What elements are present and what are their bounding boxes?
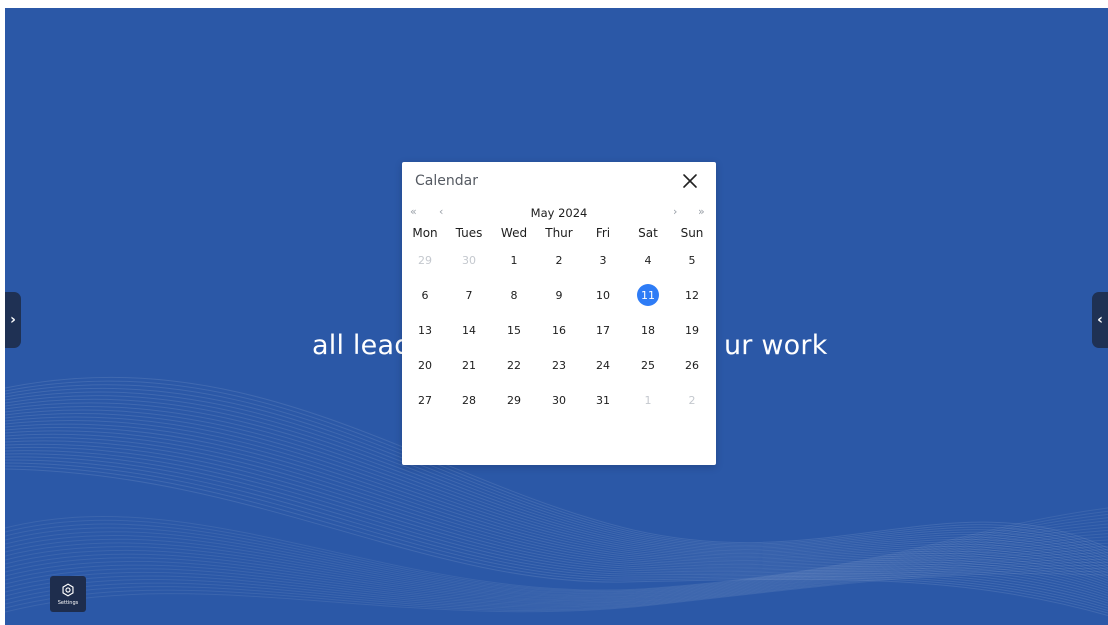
day-cell[interactable]: 23	[537, 351, 581, 379]
day-number: 2	[688, 393, 696, 407]
weekday-label: Sun	[680, 226, 704, 240]
selected-day-cell[interactable]: 11	[626, 281, 670, 309]
weekday-label: Thur	[545, 226, 573, 240]
day-cell[interactable]: 2	[537, 246, 581, 274]
right-edge-tab[interactable]: ‹	[1092, 292, 1108, 348]
day-number: 31	[596, 393, 610, 407]
day-number: 20	[418, 358, 432, 372]
day-cell[interactable]: 26	[670, 351, 714, 379]
day-number: 30	[462, 253, 476, 267]
day-number: 17	[596, 323, 610, 337]
day-number: 12	[685, 288, 699, 302]
day-cell[interactable]: 20	[403, 351, 447, 379]
day-cell[interactable]: 9	[537, 281, 581, 309]
weekday-label: Wed	[500, 226, 528, 240]
day-number: 15	[507, 323, 521, 337]
day-cell[interactable]: 2	[670, 386, 714, 414]
chevron-left-icon: ‹	[1097, 312, 1103, 328]
day-cell[interactable]: 30	[447, 246, 491, 274]
day-number: 3	[599, 253, 607, 267]
day-cell[interactable]: 30	[537, 386, 581, 414]
weekday-label: Sat	[638, 226, 658, 240]
day-number: 29	[507, 393, 521, 407]
chevron-right-icon: ›	[10, 312, 16, 328]
weekday-label: Fri	[595, 226, 611, 240]
day-cell[interactable]: 7	[447, 281, 491, 309]
weekday-label: Tues	[455, 226, 483, 240]
day-number: 25	[641, 358, 655, 372]
day-cell[interactable]: 12	[670, 281, 714, 309]
prev-year-button[interactable]: «	[410, 205, 417, 218]
day-number: 21	[462, 358, 476, 372]
day-cell[interactable]: 31	[581, 386, 625, 414]
day-cell[interactable]: 3	[581, 246, 625, 274]
prev-month-button[interactable]: ‹	[439, 205, 443, 218]
day-cell[interactable]: 1	[492, 246, 536, 274]
day-number: 22	[507, 358, 521, 372]
day-number: 1	[644, 393, 652, 407]
calendar-title: Calendar	[415, 173, 478, 189]
settings-button[interactable]: Settings	[50, 576, 86, 612]
day-number: 8	[510, 288, 518, 302]
close-icon[interactable]	[682, 173, 698, 189]
day-cell[interactable]: 17	[581, 316, 625, 344]
day-number: 13	[418, 323, 432, 337]
day-number: 27	[418, 393, 432, 407]
day-number: 4	[644, 253, 652, 267]
gear-icon	[62, 583, 74, 597]
day-cell[interactable]: 29	[492, 386, 536, 414]
day-number: 1	[510, 253, 518, 267]
day-number: 9	[555, 288, 563, 302]
weekday-header: Mon Tues Wed Thur Fri Sat Sun	[402, 226, 716, 242]
day-number: 19	[685, 323, 699, 337]
day-cell[interactable]: 15	[492, 316, 536, 344]
day-cell[interactable]: 4	[626, 246, 670, 274]
background-text-left: all lead	[312, 330, 412, 361]
day-cell[interactable]: 16	[537, 316, 581, 344]
day-number: 16	[552, 323, 566, 337]
day-cell[interactable]: 6	[403, 281, 447, 309]
day-number: 7	[465, 288, 473, 302]
day-cell[interactable]: 29	[403, 246, 447, 274]
day-cell[interactable]: 21	[447, 351, 491, 379]
day-cell[interactable]: 24	[581, 351, 625, 379]
day-number: 28	[462, 393, 476, 407]
day-number: 30	[552, 393, 566, 407]
day-number: 14	[462, 323, 476, 337]
day-cell[interactable]: 1	[626, 386, 670, 414]
day-cell[interactable]: 8	[492, 281, 536, 309]
day-cell[interactable]: 13	[403, 316, 447, 344]
settings-label: Settings	[57, 600, 79, 606]
day-cell[interactable]: 22	[492, 351, 536, 379]
day-number: 24	[596, 358, 610, 372]
day-cell[interactable]: 14	[447, 316, 491, 344]
day-number: 2	[555, 253, 563, 267]
month-label: May 2024	[530, 206, 588, 220]
day-number: 5	[688, 253, 696, 267]
day-cell[interactable]: 18	[626, 316, 670, 344]
day-cell[interactable]: 10	[581, 281, 625, 309]
background-text-right: ur work	[724, 330, 828, 361]
calendar-dialog: Calendar « ‹ May 2024 › » Mon Tues Wed Thur…	[402, 162, 716, 465]
day-cell[interactable]: 28	[447, 386, 491, 414]
day-number: 6	[421, 288, 429, 302]
day-cell[interactable]: 27	[403, 386, 447, 414]
next-month-button[interactable]: ›	[673, 205, 677, 218]
day-number: 10	[596, 288, 610, 302]
day-cell[interactable]: 19	[670, 316, 714, 344]
day-cell[interactable]: 25	[626, 351, 670, 379]
left-edge-tab[interactable]: ›	[5, 292, 21, 348]
day-number: 23	[552, 358, 566, 372]
next-year-button[interactable]: »	[698, 205, 705, 218]
day-number: 18	[641, 323, 655, 337]
day-cell[interactable]: 5	[670, 246, 714, 274]
day-number: 26	[685, 358, 699, 372]
day-number: 29	[418, 253, 432, 267]
day-number: 11	[637, 284, 659, 306]
weekday-label: Mon	[412, 226, 438, 240]
